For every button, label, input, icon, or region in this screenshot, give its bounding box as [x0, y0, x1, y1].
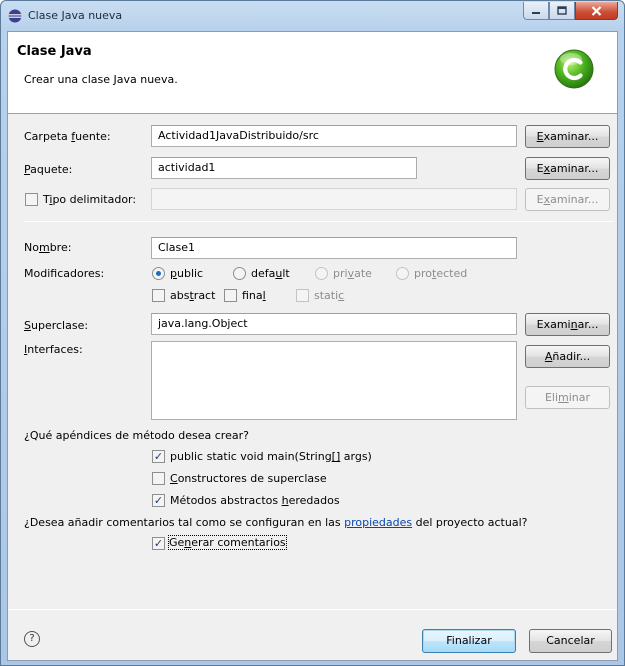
dialog-window: Clase Java nueva Clase Java Crear una cl…: [0, 0, 625, 666]
close-icon: [591, 5, 602, 16]
inherited-abstract-methods-checkbox[interactable]: ✓: [152, 494, 165, 507]
eclipse-icon: [8, 9, 22, 23]
wizard-title: Clase Java: [17, 44, 92, 59]
enclosing-type-label: Tipo delimitador:: [43, 193, 137, 206]
add-interface-button[interactable]: Añadir...: [525, 345, 610, 368]
finish-button[interactable]: Finalizar: [422, 629, 516, 653]
wizard-header: Clase Java Crear una clase Java nueva.: [8, 32, 617, 114]
minimize-button[interactable]: [523, 2, 549, 20]
enclosing-type-checkbox[interactable]: [25, 193, 38, 206]
protected-label: protected: [414, 267, 468, 280]
package-label: Paquete:: [24, 163, 73, 176]
interfaces-label: Interfaces:: [24, 343, 83, 356]
inherited-abstract-methods-label: Métodos abstractos heredados: [170, 494, 340, 507]
comments-question: ¿Desea añadir comentarios tal como se co…: [24, 516, 528, 529]
cancel-button[interactable]: Cancelar: [529, 629, 612, 653]
remove-interface-button[interactable]: Eliminar: [525, 386, 610, 409]
interfaces-list[interactable]: [151, 341, 517, 420]
source-folder-input[interactable]: Actividad1JavaDistribuido/src: [151, 125, 517, 147]
abstract-label: abstract: [170, 289, 216, 302]
window-controls: [523, 2, 618, 21]
superclass-constructors-checkbox[interactable]: [152, 472, 165, 485]
superclass-input[interactable]: java.lang.Object: [151, 313, 517, 335]
modifiers-label: Modificadores:: [24, 267, 105, 280]
generate-comments-checkbox[interactable]: ✓: [152, 537, 165, 550]
java-class-icon: [554, 49, 594, 89]
static-checkbox[interactable]: [296, 289, 309, 302]
footer-separator: [8, 609, 617, 610]
source-folder-label: Carpeta fuente:: [24, 130, 111, 143]
help-icon[interactable]: ?: [24, 631, 40, 647]
superclass-browse-button[interactable]: Examinar...: [525, 313, 610, 336]
close-button[interactable]: [575, 2, 618, 20]
properties-link[interactable]: propiedades: [344, 516, 412, 529]
public-radio[interactable]: [152, 267, 165, 280]
main-method-checkbox[interactable]: ✓: [152, 450, 165, 463]
enclosing-type-browse-button[interactable]: Examinar...: [525, 188, 610, 211]
name-label: Nombre:: [24, 241, 72, 254]
maximize-button[interactable]: [549, 2, 575, 20]
wizard-description: Crear una clase Java nueva.: [24, 73, 178, 86]
enclosing-type-input[interactable]: [151, 188, 517, 210]
final-label: final: [242, 289, 266, 302]
public-label: public: [170, 267, 204, 280]
source-folder-browse-button[interactable]: Examinar...: [525, 125, 610, 148]
separator: [24, 221, 614, 222]
default-label: default: [251, 267, 290, 280]
generate-comments-label: Generar comentarios: [168, 535, 287, 550]
abstract-checkbox[interactable]: [152, 289, 165, 302]
title-bar[interactable]: Clase Java nueva: [1, 1, 624, 31]
package-input[interactable]: actividad1: [151, 157, 417, 179]
maximize-icon: [557, 6, 567, 15]
private-label: private: [333, 267, 372, 280]
package-browse-button[interactable]: Examinar...: [525, 157, 610, 180]
private-radio[interactable]: [315, 267, 328, 280]
protected-radio[interactable]: [396, 267, 409, 280]
window-title: Clase Java nueva: [28, 9, 123, 22]
minimize-icon: [532, 11, 540, 14]
name-input[interactable]: Clase1: [151, 237, 517, 259]
dialog-client-area: Clase Java Crear una clase Java nueva. C…: [7, 31, 618, 661]
superclass-constructors-label: Constructores de superclase: [170, 472, 327, 485]
superclass-label: Superclase:: [24, 319, 89, 332]
default-radio[interactable]: [233, 267, 246, 280]
static-label: static: [314, 289, 345, 302]
final-checkbox[interactable]: [224, 289, 237, 302]
method-stubs-question: ¿Qué apéndices de método desea crear?: [24, 429, 249, 442]
main-method-label: public static void main(String[] args): [170, 450, 372, 463]
